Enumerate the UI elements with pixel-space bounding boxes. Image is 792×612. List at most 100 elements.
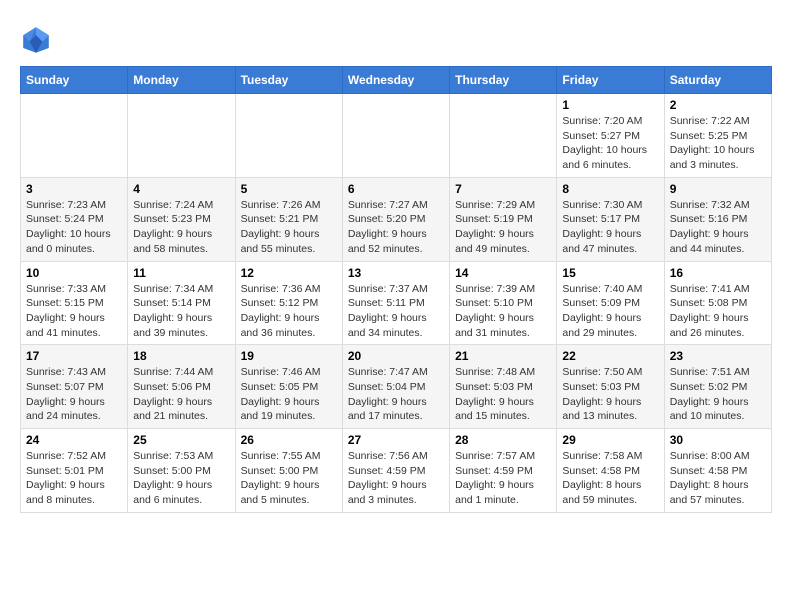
day-number: 3 [26, 182, 122, 196]
calendar-cell: 28 Sunrise: 7:57 AM Sunset: 4:59 PM Dayli… [450, 429, 557, 513]
calendar-cell: 17 Sunrise: 7:43 AM Sunset: 5:07 PM Dayli… [21, 345, 128, 429]
weekday-header-sunday: Sunday [21, 67, 128, 94]
day-number: 7 [455, 182, 551, 196]
day-number: 15 [562, 266, 658, 280]
weekday-header-monday: Monday [128, 67, 235, 94]
calendar-cell: 6 Sunrise: 7:27 AM Sunset: 5:20 PM Daylig… [342, 177, 449, 261]
calendar-week-row: 3 Sunrise: 7:23 AM Sunset: 5:24 PM Daylig… [21, 177, 772, 261]
calendar-cell: 1 Sunrise: 7:20 AM Sunset: 5:27 PM Daylig… [557, 94, 664, 178]
day-info: Sunrise: 7:48 AM Sunset: 5:03 PM Dayligh… [455, 365, 551, 424]
day-info: Sunrise: 7:51 AM Sunset: 5:02 PM Dayligh… [670, 365, 766, 424]
header [20, 20, 772, 56]
calendar-cell: 8 Sunrise: 7:30 AM Sunset: 5:17 PM Daylig… [557, 177, 664, 261]
day-number: 5 [241, 182, 337, 196]
day-info: Sunrise: 7:57 AM Sunset: 4:59 PM Dayligh… [455, 449, 551, 508]
calendar-cell: 2Sunrise: 7:22 AM Sunset: 5:25 PM Daylig… [664, 94, 771, 178]
calendar-cell: 11 Sunrise: 7:34 AM Sunset: 5:14 PM Dayli… [128, 261, 235, 345]
day-info: Sunrise: 7:32 AM Sunset: 5:16 PM Dayligh… [670, 198, 766, 257]
day-info: Sunrise: 7:55 AM Sunset: 5:00 PM Dayligh… [241, 449, 337, 508]
day-info: Sunrise: 7:34 AM Sunset: 5:14 PM Dayligh… [133, 282, 229, 341]
day-number: 11 [133, 266, 229, 280]
day-info: Sunrise: 7:20 AM Sunset: 5:27 PM Dayligh… [562, 114, 658, 173]
day-number: 27 [348, 433, 444, 447]
day-number: 12 [241, 266, 337, 280]
day-number: 25 [133, 433, 229, 447]
day-info: Sunrise: 7:36 AM Sunset: 5:12 PM Dayligh… [241, 282, 337, 341]
weekday-header-tuesday: Tuesday [235, 67, 342, 94]
day-info: Sunrise: 7:39 AM Sunset: 5:10 PM Dayligh… [455, 282, 551, 341]
calendar-cell: 25 Sunrise: 7:53 AM Sunset: 5:00 PM Dayli… [128, 429, 235, 513]
day-info: Sunrise: 7:53 AM Sunset: 5:00 PM Dayligh… [133, 449, 229, 508]
calendar-week-row: 10 Sunrise: 7:33 AM Sunset: 5:15 PM Dayli… [21, 261, 772, 345]
day-number: 30 [670, 433, 766, 447]
day-number: 14 [455, 266, 551, 280]
day-info: Sunrise: 7:33 AM Sunset: 5:15 PM Dayligh… [26, 282, 122, 341]
day-info: Sunrise: 7:43 AM Sunset: 5:07 PM Dayligh… [26, 365, 122, 424]
calendar-week-row: 24 Sunrise: 7:52 AM Sunset: 5:01 PM Dayli… [21, 429, 772, 513]
day-info: Sunrise: 7:26 AM Sunset: 5:21 PM Dayligh… [241, 198, 337, 257]
day-number: 4 [133, 182, 229, 196]
day-number: 17 [26, 349, 122, 363]
day-number: 16 [670, 266, 766, 280]
calendar-cell: 7 Sunrise: 7:29 AM Sunset: 5:19 PM Daylig… [450, 177, 557, 261]
weekday-header-row: SundayMondayTuesdayWednesdayThursdayFrid… [21, 67, 772, 94]
day-info: Sunrise: 7:41 AM Sunset: 5:08 PM Dayligh… [670, 282, 766, 341]
day-number: 10 [26, 266, 122, 280]
page: SundayMondayTuesdayWednesdayThursdayFrid… [0, 0, 792, 523]
calendar-cell: 15 Sunrise: 7:40 AM Sunset: 5:09 PM Dayli… [557, 261, 664, 345]
day-info: Sunrise: 7:52 AM Sunset: 5:01 PM Dayligh… [26, 449, 122, 508]
day-number: 22 [562, 349, 658, 363]
day-info: Sunrise: 7:29 AM Sunset: 5:19 PM Dayligh… [455, 198, 551, 257]
day-number: 19 [241, 349, 337, 363]
calendar-cell [235, 94, 342, 178]
calendar-cell [342, 94, 449, 178]
day-info: Sunrise: 7:50 AM Sunset: 5:03 PM Dayligh… [562, 365, 658, 424]
calendar-cell: 10 Sunrise: 7:33 AM Sunset: 5:15 PM Dayli… [21, 261, 128, 345]
day-number: 6 [348, 182, 444, 196]
day-info: Sunrise: 7:27 AM Sunset: 5:20 PM Dayligh… [348, 198, 444, 257]
day-info: Sunrise: 7:56 AM Sunset: 4:59 PM Dayligh… [348, 449, 444, 508]
day-number: 28 [455, 433, 551, 447]
day-number: 8 [562, 182, 658, 196]
calendar-cell: 9 Sunrise: 7:32 AM Sunset: 5:16 PM Daylig… [664, 177, 771, 261]
day-number: 29 [562, 433, 658, 447]
weekday-header-thursday: Thursday [450, 67, 557, 94]
calendar-cell: 5 Sunrise: 7:26 AM Sunset: 5:21 PM Daylig… [235, 177, 342, 261]
day-number: 24 [26, 433, 122, 447]
calendar-cell: 20Sunrise: 7:47 AM Sunset: 5:04 PM Dayli… [342, 345, 449, 429]
calendar-cell: 4 Sunrise: 7:24 AM Sunset: 5:23 PM Daylig… [128, 177, 235, 261]
calendar-cell [21, 94, 128, 178]
calendar-table: SundayMondayTuesdayWednesdayThursdayFrid… [20, 66, 772, 513]
calendar-cell: 16 Sunrise: 7:41 AM Sunset: 5:08 PM Dayli… [664, 261, 771, 345]
day-info: Sunrise: 7:24 AM Sunset: 5:23 PM Dayligh… [133, 198, 229, 257]
calendar-cell: 30 Sunrise: 8:00 AM Sunset: 4:58 PM Dayli… [664, 429, 771, 513]
day-number: 13 [348, 266, 444, 280]
day-info: Sunrise: 7:30 AM Sunset: 5:17 PM Dayligh… [562, 198, 658, 257]
day-info: Sunrise: 7:44 AM Sunset: 5:06 PM Dayligh… [133, 365, 229, 424]
day-number: 21 [455, 349, 551, 363]
weekday-header-friday: Friday [557, 67, 664, 94]
day-info: Sunrise: 7:37 AM Sunset: 5:11 PM Dayligh… [348, 282, 444, 341]
calendar-cell: 23Sunrise: 7:51 AM Sunset: 5:02 PM Dayli… [664, 345, 771, 429]
weekday-header-wednesday: Wednesday [342, 67, 449, 94]
calendar-cell [450, 94, 557, 178]
logo-icon [20, 24, 52, 56]
day-info: Sunrise: 7:47 AM Sunset: 5:04 PM Dayligh… [348, 365, 444, 424]
day-info: Sunrise: 7:46 AM Sunset: 5:05 PM Dayligh… [241, 365, 337, 424]
day-number: 9 [670, 182, 766, 196]
calendar-cell: 27 Sunrise: 7:56 AM Sunset: 4:59 PM Dayli… [342, 429, 449, 513]
calendar-cell: 3 Sunrise: 7:23 AM Sunset: 5:24 PM Daylig… [21, 177, 128, 261]
day-number: 1 [562, 98, 658, 112]
calendar-cell: 24 Sunrise: 7:52 AM Sunset: 5:01 PM Dayli… [21, 429, 128, 513]
day-info: Sunrise: 7:40 AM Sunset: 5:09 PM Dayligh… [562, 282, 658, 341]
day-info: Sunrise: 8:00 AM Sunset: 4:58 PM Dayligh… [670, 449, 766, 508]
calendar-cell: 12 Sunrise: 7:36 AM Sunset: 5:12 PM Dayli… [235, 261, 342, 345]
calendar-cell [128, 94, 235, 178]
day-info: Sunrise: 7:23 AM Sunset: 5:24 PM Dayligh… [26, 198, 122, 257]
day-info: Sunrise: 7:22 AM Sunset: 5:25 PM Dayligh… [670, 114, 766, 173]
calendar-cell: 19 Sunrise: 7:46 AM Sunset: 5:05 PM Dayli… [235, 345, 342, 429]
calendar-cell: 26Sunrise: 7:55 AM Sunset: 5:00 PM Dayli… [235, 429, 342, 513]
calendar-cell: 13 Sunrise: 7:37 AM Sunset: 5:11 PM Dayli… [342, 261, 449, 345]
calendar-cell: 18Sunrise: 7:44 AM Sunset: 5:06 PM Dayli… [128, 345, 235, 429]
calendar-week-row: 17 Sunrise: 7:43 AM Sunset: 5:07 PM Dayli… [21, 345, 772, 429]
